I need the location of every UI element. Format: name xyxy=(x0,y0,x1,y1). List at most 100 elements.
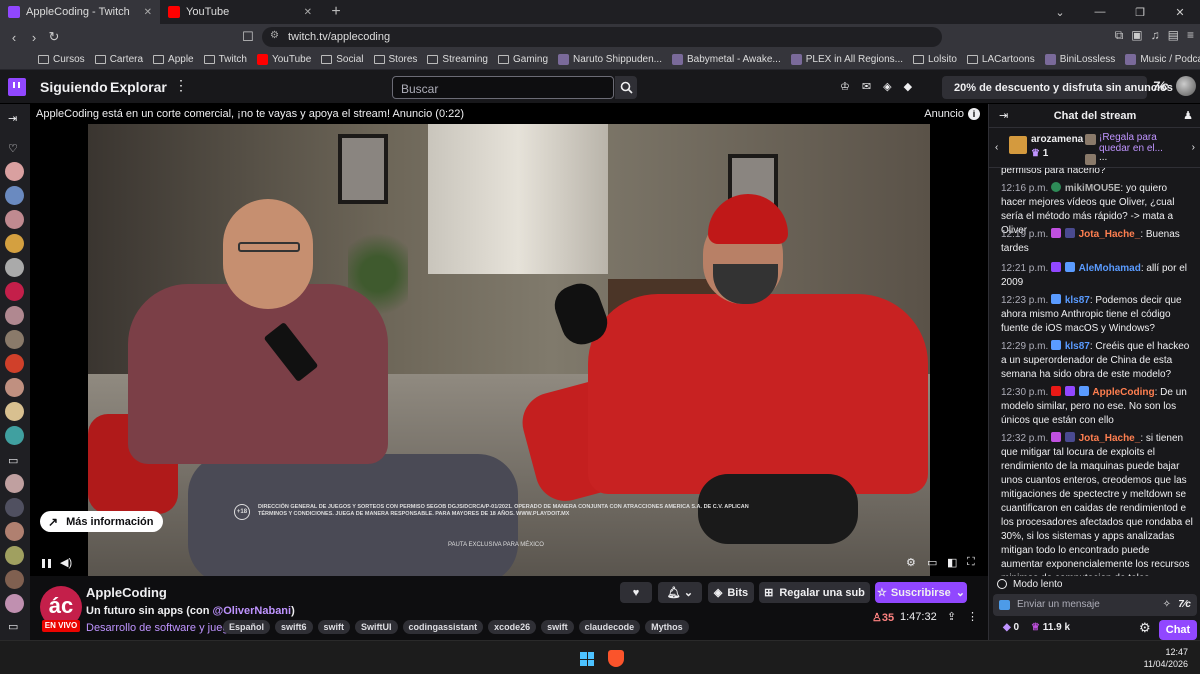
bookmark-item[interactable]: Apple xyxy=(153,54,194,65)
close-tab-icon[interactable]: ✕ xyxy=(144,7,152,18)
bookmark-item[interactable]: PLEX in All Regions... xyxy=(790,54,903,65)
theatre-mode-icon[interactable]: ▭ xyxy=(927,556,937,569)
emote-icon[interactable]: ✧ xyxy=(1163,594,1171,616)
message-username[interactable]: kls87 xyxy=(1065,295,1090,306)
turbo-icon[interactable]: 7⁄c xyxy=(1153,79,1168,93)
nav-browse[interactable]: Explorar xyxy=(110,79,167,95)
site-info-icon[interactable]: ⚙ xyxy=(270,30,279,41)
subscribe-button[interactable]: ☆ Suscribirse ⌄ xyxy=(875,582,967,603)
channel-avatar[interactable] xyxy=(5,162,24,181)
nav-following[interactable]: Siguiendo xyxy=(40,79,108,95)
windows-start-icon[interactable] xyxy=(580,652,594,666)
twitch-logo-icon[interactable] xyxy=(8,78,26,96)
bookmark-item[interactable]: Streaming xyxy=(427,54,488,65)
community-icon[interactable]: ♟ xyxy=(1183,109,1193,122)
channel-avatar[interactable] xyxy=(5,378,24,397)
info-icon[interactable]: i xyxy=(968,108,980,120)
bookmark-item[interactable]: Cartera xyxy=(94,54,143,65)
system-clock[interactable]: 12:47 11/04/2026 xyxy=(1144,646,1188,670)
bookmark-item[interactable]: Social xyxy=(321,54,364,65)
message-username[interactable]: AleMohamad xyxy=(1079,263,1141,274)
channel-avatar[interactable] xyxy=(5,546,24,565)
channel-points[interactable]: ♕ 11.9 k xyxy=(1031,622,1070,633)
stream-tag[interactable]: Mythos xyxy=(645,620,689,634)
search-input[interactable]: Buscar xyxy=(392,76,614,99)
back-button[interactable]: ‹ xyxy=(4,30,24,45)
message-username[interactable]: kls87 xyxy=(1065,341,1090,352)
inbox-icon[interactable]: ✉ xyxy=(862,80,871,93)
bookmark-item[interactable]: Stores xyxy=(373,54,417,65)
user-avatar[interactable] xyxy=(1176,76,1196,96)
bookmark-item[interactable]: BiniLossless xyxy=(1044,54,1115,65)
pause-icon[interactable] xyxy=(42,559,51,568)
bits-balance[interactable]: ◆ 0 xyxy=(1003,622,1019,633)
gift-sub-button[interactable]: ⊞ Regalar una sub xyxy=(759,582,870,603)
settings-icon[interactable]: ⚙ xyxy=(906,556,916,569)
more-menu-icon[interactable]: ⋮ xyxy=(174,77,188,94)
chevron-right-icon[interactable]: › xyxy=(1192,142,1195,153)
follow-button[interactable]: ♥ xyxy=(620,582,652,603)
bookmark-icon[interactable]: ☐ xyxy=(238,29,258,45)
channel-avatar[interactable] xyxy=(5,282,24,301)
close-window-button[interactable]: ✕ xyxy=(1160,6,1200,19)
chat-settings-icon[interactable]: ⚙ xyxy=(1139,620,1151,636)
expand-sidebar-icon[interactable]: ⇥ xyxy=(8,112,17,125)
channel-avatar[interactable] xyxy=(5,234,24,253)
brave-browser-icon[interactable] xyxy=(608,650,624,667)
bits-button[interactable]: ◈ Bits xyxy=(708,582,754,603)
minimize-button[interactable]: — xyxy=(1080,6,1120,18)
stream-tag[interactable]: swift xyxy=(317,620,351,634)
music-icon[interactable]: ♫ xyxy=(1151,28,1160,43)
bookmark-item[interactable]: Music / Podcasts / R... xyxy=(1125,54,1200,65)
notifications-icon[interactable]: ◈ xyxy=(883,80,891,93)
volume-icon[interactable]: ◀) xyxy=(60,556,72,569)
search-button[interactable] xyxy=(615,76,637,99)
channel-name[interactable]: AppleCoding xyxy=(86,585,167,600)
message-username[interactable]: Jota_Hache_ xyxy=(1079,433,1141,444)
sidebar-toggle-icon[interactable]: ◧ xyxy=(947,556,957,569)
gift-cta-link[interactable]: ¡Regala para quedar en el... xyxy=(1099,132,1179,154)
fullscreen-icon[interactable]: ⛶ xyxy=(967,556,975,569)
crown-icon[interactable]: ♔ xyxy=(840,80,850,93)
stream-tag[interactable]: Español xyxy=(223,620,271,634)
stream-tag[interactable]: xcode26 xyxy=(488,620,537,634)
reload-button[interactable]: ↻ xyxy=(44,29,64,45)
channel-avatar[interactable] xyxy=(5,498,24,517)
tab-applecoding[interactable]: AppleCoding - Twitch ✕ xyxy=(0,0,160,24)
stream-tag[interactable]: swift xyxy=(541,620,574,634)
tab-youtube[interactable]: YouTube ✕ xyxy=(160,0,320,24)
channel-avatar[interactable] xyxy=(5,474,24,493)
more-info-button[interactable]: ↗ Más información xyxy=(40,511,164,532)
message-username[interactable]: AppleCoding xyxy=(1092,387,1154,398)
title-mention[interactable]: @OliverNabani xyxy=(213,605,292,617)
channel-avatar[interactable] xyxy=(5,354,24,373)
more-options-icon[interactable]: ⋮ xyxy=(967,610,978,623)
extensions-icon[interactable]: ⧉ xyxy=(1115,28,1124,43)
channel-avatar[interactable] xyxy=(5,426,24,445)
bookmark-item[interactable]: Gaming xyxy=(498,54,548,65)
channel-avatar[interactable] xyxy=(5,570,24,589)
channel-avatar[interactable] xyxy=(5,186,24,205)
bookmark-item[interactable]: YouTube xyxy=(256,54,311,65)
stream-tag[interactable]: SwiftUI xyxy=(355,620,398,634)
notifications-button[interactable]: 🔔︎ ⌄ xyxy=(658,582,702,603)
ad-free-promo-button[interactable]: 20% de descuento y disfruta sin anuncios xyxy=(942,76,1173,99)
sidebar-icon[interactable]: ▤ xyxy=(1168,28,1179,43)
bookmark-item[interactable]: LACartoons xyxy=(966,54,1035,65)
bits-icon[interactable]: ◆ xyxy=(904,80,912,93)
bookmark-item[interactable]: Cursos xyxy=(38,54,85,65)
channel-avatar[interactable] xyxy=(5,402,24,421)
chat-message-input[interactable]: Enviar un mensaje ✧ 7⁄c xyxy=(993,594,1197,616)
bookmark-item[interactable]: Twitch xyxy=(203,54,247,65)
menu-icon[interactable]: ≡ xyxy=(1187,28,1194,43)
channel-avatar[interactable] xyxy=(5,522,24,541)
channel-avatar[interactable] xyxy=(5,306,24,325)
bookmark-item[interactable]: Naruto Shippuden... xyxy=(558,54,662,65)
video-player[interactable]: AppleCoding está en un corte comercial, … xyxy=(30,104,988,576)
forward-button[interactable]: › xyxy=(24,30,44,45)
chevron-down-icon[interactable]: ⌄ xyxy=(1040,6,1080,19)
close-tab-icon[interactable]: ✕ xyxy=(304,7,312,18)
url-field[interactable]: ⚙ twitch.tv/applecoding xyxy=(262,27,942,47)
stream-tag[interactable]: swift6 xyxy=(275,620,313,634)
new-tab-button[interactable]: + xyxy=(324,3,348,21)
